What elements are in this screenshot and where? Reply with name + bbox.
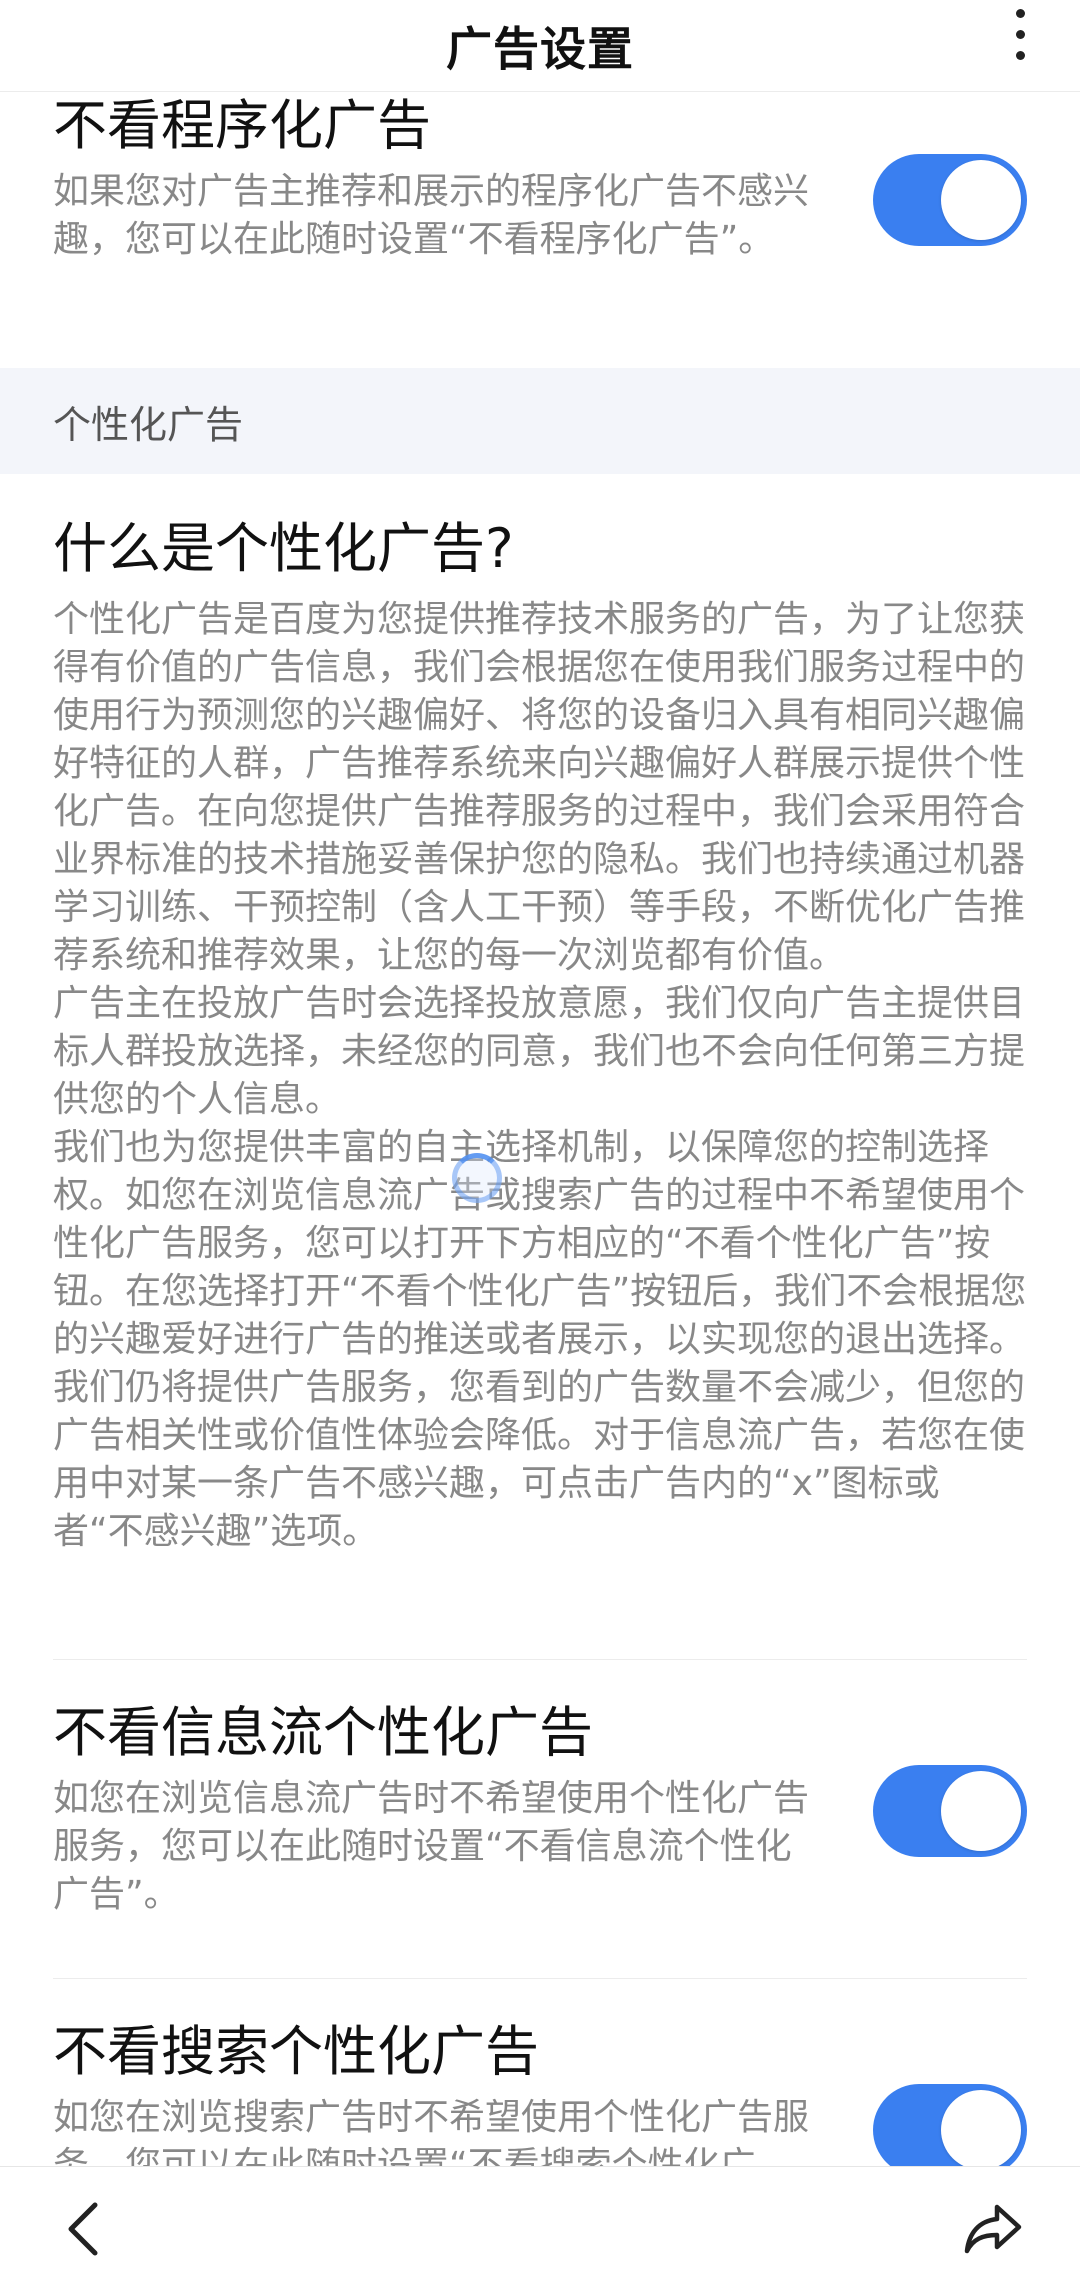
loading-spinner-icon bbox=[452, 1153, 502, 1203]
more-vertical-icon-dot bbox=[1015, 50, 1025, 60]
top-bar: 广告设置 bbox=[0, 0, 1080, 92]
share-icon bbox=[964, 2204, 1022, 2254]
setting-description: 如您在浏览信息流广告时不希望使用个性化广告服务，您可以在此随时设置“不看信息流个… bbox=[53, 1778, 810, 1915]
toggle-knob bbox=[941, 1771, 1021, 1851]
more-vertical-icon-dot bbox=[1015, 29, 1025, 39]
chevron-left-icon bbox=[68, 2202, 98, 2256]
setting-title: 不看信息流个性化广告 bbox=[53, 1701, 593, 1764]
back-button[interactable] bbox=[55, 2197, 115, 2261]
share-button[interactable] bbox=[961, 2197, 1025, 2261]
bottom-bar bbox=[0, 2166, 1080, 2291]
toggle-knob bbox=[941, 160, 1021, 240]
info-paragraph: 我们也为您提供丰富的自主选择机制，以保障您的控制选择权。如您在浏览信息流广告或搜… bbox=[53, 1127, 1027, 1552]
setting-title: 不看搜索个性化广告 bbox=[53, 2020, 539, 2083]
setting-description: 如果您对广告主推荐和展示的程序化广告不感兴趣，您可以在此随时设置“不看程序化广告… bbox=[53, 171, 810, 260]
more-vertical-icon bbox=[1015, 8, 1025, 18]
ad-settings-page: 广告设置 不看程序化广告 如果您对广告主推荐和展示的程序化广告不感兴趣，您可以在… bbox=[0, 0, 1080, 2291]
setting-programmatic-ads: 不看程序化广告 如果您对广告主推荐和展示的程序化广告不感兴趣，您可以在此随时设置… bbox=[53, 92, 1027, 264]
more-options-button[interactable] bbox=[988, 4, 1052, 64]
setting-feed-personalized-ads: 不看信息流个性化广告 如您在浏览信息流广告时不希望使用个性化广告服务，您可以在此… bbox=[53, 1699, 1027, 1919]
settings-content[interactable]: 不看程序化广告 如果您对广告主推荐和展示的程序化广告不感兴趣，您可以在此随时设置… bbox=[0, 92, 1080, 2166]
info-paragraph: 个性化广告是百度为您提供推荐技术服务的广告，为了让您获得有价值的广告信息，我们会… bbox=[53, 599, 1026, 976]
divider bbox=[53, 1659, 1027, 1660]
programmatic-ads-toggle[interactable] bbox=[873, 154, 1027, 246]
info-title: 什么是个性化广告? bbox=[53, 517, 514, 580]
info-body: 个性化广告是百度为您提供推荐技术服务的广告，为了让您获得有价值的广告信息，我们会… bbox=[53, 596, 1027, 1556]
setting-title: 不看程序化广告 bbox=[53, 94, 431, 157]
page-title: 广告设置 bbox=[446, 21, 634, 76]
info-paragraph: 广告主在投放广告时会选择投放意愿，我们仅向广告主提供目标人群投放选择，未经您的同… bbox=[53, 983, 1026, 1120]
feed-personalized-ads-toggle[interactable] bbox=[873, 1765, 1027, 1857]
search-personalized-ads-toggle[interactable] bbox=[873, 2084, 1027, 2166]
section-header-personalized: 个性化广告 bbox=[0, 368, 1080, 474]
divider bbox=[53, 1978, 1027, 1979]
setting-description: 如您在浏览搜索广告时不希望使用个性化广告服务，您可以在此随时设置“不看搜索个性化… bbox=[53, 2097, 810, 2166]
toggle-knob bbox=[941, 2090, 1021, 2166]
setting-search-personalized-ads: 不看搜索个性化广告 如您在浏览搜索广告时不希望使用个性化广告服务，您可以在此随时… bbox=[53, 2018, 1027, 2166]
section-header-label: 个性化广告 bbox=[53, 402, 244, 447]
personalized-ads-info: 什么是个性化广告? 个性化广告是百度为您提供推荐技术服务的广告，为了让您获得有价… bbox=[53, 514, 1027, 1556]
